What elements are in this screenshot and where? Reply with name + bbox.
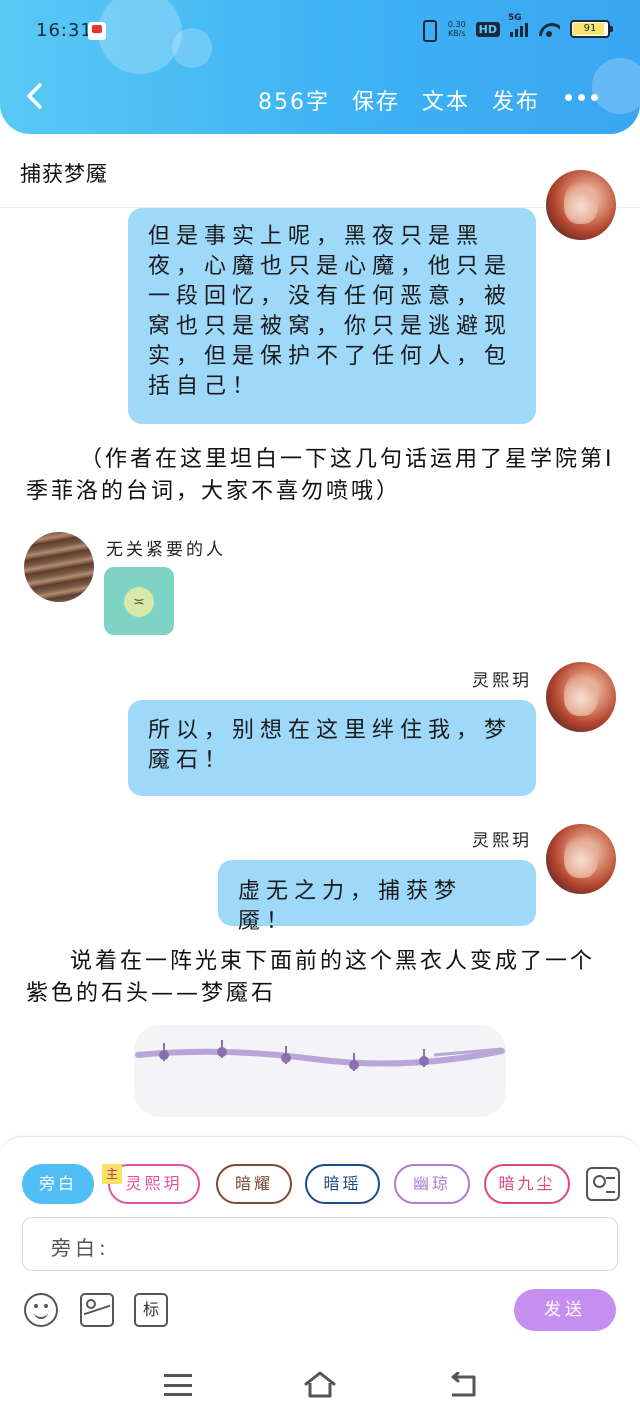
narration-text[interactable]: （作者在这里坦白一下这几句话运用了星学院第Ⅰ季菲洛的台词，大家不喜勿喷哦） (26, 444, 616, 508)
divider-decoration (134, 1025, 506, 1117)
role-chip-anyao2[interactable]: 暗瑶 (305, 1164, 380, 1204)
vibrate-icon (418, 19, 438, 42)
message-bubble[interactable]: 虚无之力，捕获梦魇！ (218, 860, 536, 934)
image-icon[interactable] (80, 1293, 114, 1327)
role-chip-anjiuchen[interactable]: 暗九尘 (484, 1164, 570, 1204)
wifi-icon (538, 21, 560, 37)
system-nav-bar (0, 1350, 640, 1423)
emoji-icon[interactable] (24, 1293, 58, 1327)
network-speed-unit: KB/s (447, 29, 466, 38)
ribbon-divider-icon (135, 1040, 505, 1071)
role-chip-anyao[interactable]: 暗耀 (216, 1164, 292, 1204)
sticker-face-icon: ≍ (124, 587, 154, 617)
status-time: 16:31 (36, 20, 93, 41)
battery-icon: 91 (570, 20, 613, 38)
chip-label: 暗瑶 (323, 1174, 362, 1193)
chip-label: 旁白 (38, 1174, 77, 1193)
composer-panel: 旁白 主 灵熙玥 暗耀 暗瑶 幽琼 暗九尘 旁白: 标 发送 (0, 1136, 640, 1350)
app-notification-icon (88, 22, 106, 40)
message-input[interactable]: 旁白: (22, 1217, 618, 1271)
message-text: 虚无之力，捕获梦魇！ (238, 879, 463, 934)
network-speed: 0.30 KB/s (448, 20, 466, 38)
signal-label: 5G (508, 13, 522, 23)
network-speed-value: 0.30 (447, 20, 466, 29)
send-button[interactable]: 发送 (514, 1289, 616, 1331)
role-chip-youqiong[interactable]: 幽琼 (394, 1164, 470, 1204)
speaker-name: 灵熙玥 (472, 831, 532, 851)
signal-icon: 5G (508, 13, 528, 37)
hd-badge: HD (475, 21, 500, 37)
speaker-name: 灵熙玥 (472, 671, 532, 691)
chip-label: 幽琼 (412, 1174, 451, 1193)
back-icon[interactable] (448, 1372, 478, 1398)
text-button[interactable]: 文本 (422, 84, 470, 116)
tag-button[interactable]: 标 (134, 1293, 168, 1327)
message-bubble[interactable]: 所以，别想在这里绊住我，梦魇石！ (128, 700, 536, 796)
message-text: 但是事实上呢，黑夜只是黑夜，心魔也只是心魔，他只是一段回忆，没有任何恶意，被窝也… (148, 224, 513, 399)
main-character-badge: 主 (102, 1164, 122, 1184)
input-prompt: 旁白: (51, 1236, 110, 1260)
chip-label: 灵熙玥 (125, 1174, 183, 1193)
avatar[interactable] (24, 532, 94, 602)
chip-label: 暗九尘 (498, 1174, 556, 1193)
menu-icon[interactable] (164, 1374, 192, 1396)
back-arrow-icon[interactable] (22, 82, 50, 110)
app-header: 16:31 0.30 KB/s HD 5G 91 856字 保存 文本 发布 (0, 0, 640, 134)
sticker-message[interactable]: ≍ (104, 567, 174, 635)
status-bar: 16:31 0.30 KB/s HD 5G 91 (0, 0, 640, 62)
role-list-icon[interactable] (586, 1167, 620, 1201)
speaker-name: 无关紧要的人 (106, 540, 226, 560)
avatar[interactable] (546, 662, 616, 732)
document-title[interactable]: 捕获梦魇 (20, 158, 108, 188)
top-nav: 856字 保存 文本 发布 (0, 70, 640, 126)
document-title-bar: 捕获梦魇 (0, 140, 640, 208)
avatar[interactable] (546, 824, 616, 894)
save-button[interactable]: 保存 (352, 84, 400, 116)
narration-text[interactable]: 说着在一阵光束下面前的这个黑衣人变成了一个紫色的石头——梦魇石 (26, 946, 616, 1010)
role-chip-narrator[interactable]: 旁白 (22, 1164, 94, 1204)
home-icon[interactable] (303, 1370, 337, 1398)
chip-label: 暗耀 (234, 1174, 273, 1193)
avatar[interactable] (546, 170, 616, 240)
message-bubble[interactable]: 但是事实上呢，黑夜只是黑夜，心魔也只是心魔，他只是一段回忆，没有任何恶意，被窝也… (128, 208, 536, 424)
message-text: 所以，别想在这里绊住我，梦魇石！ (148, 718, 513, 773)
publish-button[interactable]: 发布 (492, 84, 540, 116)
word-count: 856字 (257, 90, 330, 115)
more-options-icon[interactable] (565, 94, 598, 101)
battery-percent: 91 (583, 23, 597, 34)
